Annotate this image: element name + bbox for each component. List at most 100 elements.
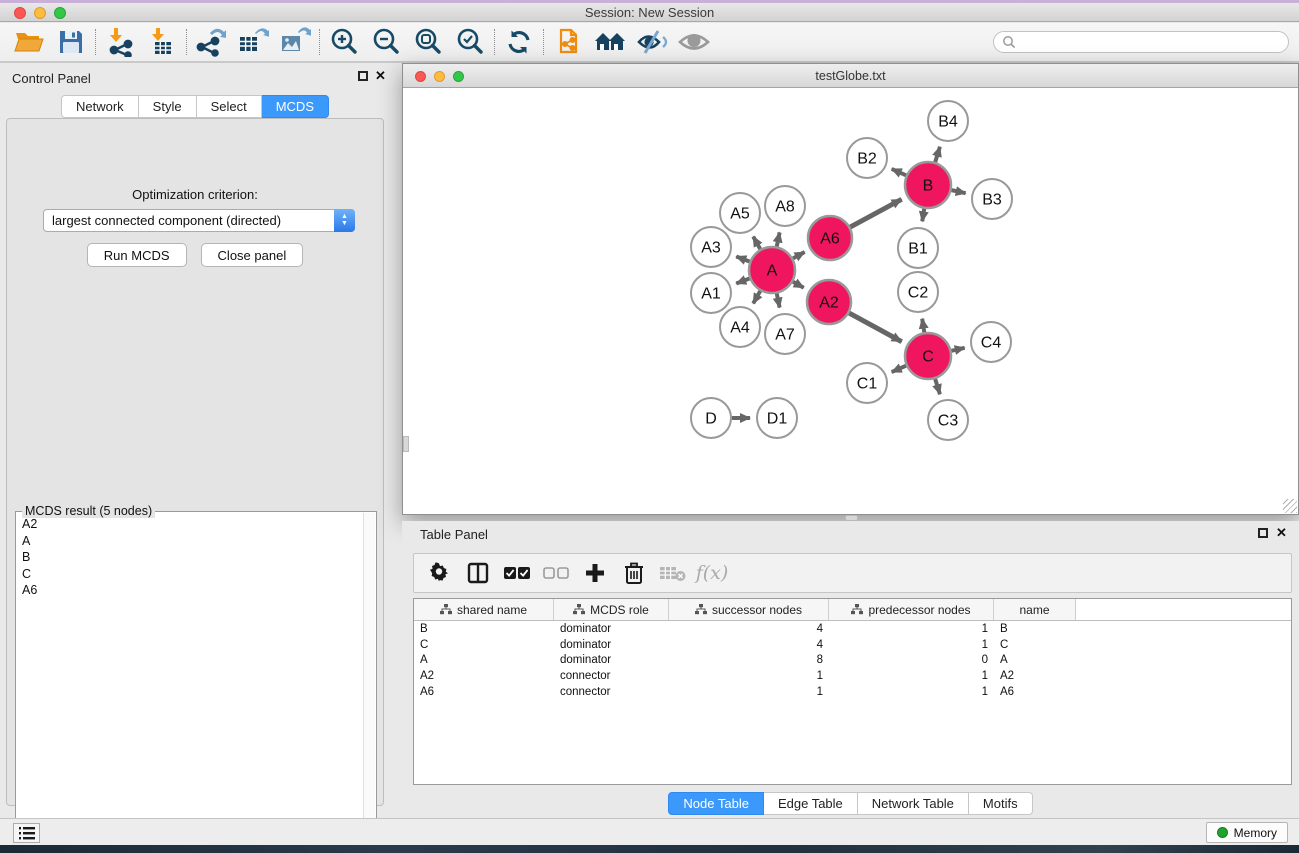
node-label-B2: B2	[857, 151, 877, 168]
horizontal-splitter-grip[interactable]	[845, 515, 858, 521]
cell-shared-name: A2	[414, 670, 554, 682]
table-panel: Table Panel ✕ f(x)	[402, 521, 1299, 813]
result-list-scrollbar[interactable]	[363, 513, 375, 849]
window-resize-grip[interactable]	[1283, 499, 1297, 513]
settings-icon[interactable]	[424, 558, 454, 588]
open-network-file-icon[interactable]	[547, 25, 589, 59]
delete-column-icon[interactable]	[619, 558, 649, 588]
criterion-dropdown[interactable]: largest connected component (directed) ▲…	[43, 209, 355, 232]
cell-shared-name: A6	[414, 686, 554, 698]
cell-name: A	[994, 654, 1076, 666]
edge-A-A2[interactable]	[793, 282, 804, 288]
memory-button[interactable]: Memory	[1206, 822, 1288, 843]
edge-A6-B[interactable]	[850, 199, 901, 227]
tab-network[interactable]: Network	[61, 95, 139, 118]
add-column-icon[interactable]	[580, 558, 610, 588]
edge-A-A6[interactable]	[793, 252, 805, 258]
cell-predecessor-nodes: 1	[829, 670, 994, 682]
network-graph[interactable]: B4B2BB3A8A5A6A3B1AC2A1A2A4A7C4CC1C3DD1	[403, 89, 1298, 514]
edge-C-C2[interactable]	[922, 319, 924, 333]
node-table[interactable]: shared nameMCDS rolesuccessor nodesprede…	[413, 598, 1292, 785]
control-panel-title: Control Panel	[12, 71, 91, 86]
mcds-result-item[interactable]: C	[17, 566, 363, 583]
table-body: Bdominator41BCdominator41CAdominator80AA…	[414, 621, 1291, 700]
show-column-icon[interactable]	[463, 558, 493, 588]
select-all-icon[interactable]	[502, 558, 532, 588]
left-splitter-grip[interactable]	[403, 436, 409, 452]
tab-node-table[interactable]: Node Table	[668, 792, 764, 815]
show-home-icon[interactable]	[589, 25, 631, 59]
edge-C-C4[interactable]	[951, 348, 964, 351]
edge-C-C1[interactable]	[892, 366, 906, 372]
save-session-icon[interactable]	[50, 25, 92, 59]
zoom-in-icon[interactable]	[323, 25, 365, 59]
open-session-icon[interactable]	[8, 25, 50, 59]
column-tree-icon	[695, 604, 707, 615]
zoom-selected-icon[interactable]	[449, 25, 491, 59]
import-table-icon[interactable]	[141, 25, 183, 59]
column-tree-icon	[573, 604, 585, 615]
import-network-icon[interactable]	[99, 25, 141, 59]
node-label-C2: C2	[908, 285, 929, 302]
column-header-predecessor-nodes[interactable]: predecessor nodes	[829, 599, 994, 620]
tab-mcds[interactable]: MCDS	[262, 95, 329, 118]
edge-B-B3[interactable]	[951, 190, 965, 193]
cell-name: B	[994, 623, 1076, 635]
table-row[interactable]: Cdominator41C	[414, 637, 1291, 653]
edge-A-A4[interactable]	[753, 291, 760, 304]
edge-B-B4[interactable]	[935, 147, 940, 162]
run-mcds-button[interactable]: Run MCDS	[87, 243, 187, 267]
cell-shared-name: C	[414, 639, 554, 651]
search-box[interactable]	[993, 31, 1289, 53]
zoom-out-icon[interactable]	[365, 25, 407, 59]
network-canvas[interactable]: B4B2BB3A8A5A6A3B1AC2A1A2A4A7C4CC1C3DD1	[403, 89, 1298, 514]
zoom-fit-icon[interactable]	[407, 25, 449, 59]
close-panel-button[interactable]: Close panel	[201, 243, 304, 267]
edge-A-A1[interactable]	[736, 278, 749, 283]
close-panel-icon[interactable]: ✕	[375, 68, 386, 84]
task-history-button[interactable]	[13, 823, 40, 843]
mcds-result-item[interactable]: A6	[17, 582, 363, 599]
tab-motifs[interactable]: Motifs	[969, 792, 1033, 815]
node-label-A1: A1	[701, 286, 721, 303]
edge-A2-C[interactable]	[849, 313, 901, 342]
column-header-name[interactable]: name	[994, 599, 1076, 620]
search-input[interactable]	[1016, 35, 1266, 49]
export-table-icon[interactable]	[232, 25, 274, 59]
edge-B-B1[interactable]	[922, 209, 924, 222]
mcds-tab-content: Optimization criterion: largest connecte…	[6, 118, 384, 806]
column-header-MCDS-role[interactable]: MCDS role	[554, 599, 669, 620]
tab-network-table[interactable]: Network Table	[858, 792, 969, 815]
mcds-result-item[interactable]: B	[17, 549, 363, 566]
tab-style[interactable]: Style	[139, 95, 197, 118]
column-header-shared-name[interactable]: shared name	[414, 599, 554, 620]
float-panel-icon[interactable]	[358, 71, 368, 81]
mcds-result-item[interactable]: A	[17, 533, 363, 550]
edge-A-A5[interactable]	[753, 237, 760, 250]
column-header-successor-nodes[interactable]: successor nodes	[669, 599, 829, 620]
edge-C-C3[interactable]	[935, 379, 940, 394]
table-row[interactable]: A6connector11A6	[414, 684, 1291, 700]
cell-shared-name: A	[414, 654, 554, 666]
close-table-panel-icon[interactable]: ✕	[1276, 525, 1287, 541]
export-image-icon[interactable]	[274, 25, 316, 59]
refresh-icon[interactable]	[498, 25, 540, 59]
tab-edge-table[interactable]: Edge Table	[764, 792, 858, 815]
table-row[interactable]: Bdominator41B	[414, 621, 1291, 637]
export-network-icon[interactable]	[190, 25, 232, 59]
tab-select[interactable]: Select	[197, 95, 262, 118]
edge-A-A3[interactable]	[736, 257, 749, 262]
table-row[interactable]: Adominator80A	[414, 653, 1291, 669]
mcds-result-list[interactable]: A2ABCA6	[17, 516, 363, 849]
edge-A-A7[interactable]	[777, 294, 780, 308]
table-row[interactable]: A2connector11A2	[414, 668, 1291, 684]
deselect-all-icon[interactable]	[541, 558, 571, 588]
float-table-panel-icon[interactable]	[1258, 528, 1268, 538]
show-graphics-details-icon[interactable]	[673, 25, 715, 59]
mcds-result-item[interactable]: A2	[17, 516, 363, 533]
node-label-D1: D1	[767, 411, 788, 428]
edge-B-B2[interactable]	[892, 169, 906, 175]
hide-selected-icon[interactable]	[631, 25, 673, 59]
edge-A-A8[interactable]	[777, 232, 780, 246]
network-window-titlebar[interactable]: testGlobe.txt	[403, 64, 1298, 88]
